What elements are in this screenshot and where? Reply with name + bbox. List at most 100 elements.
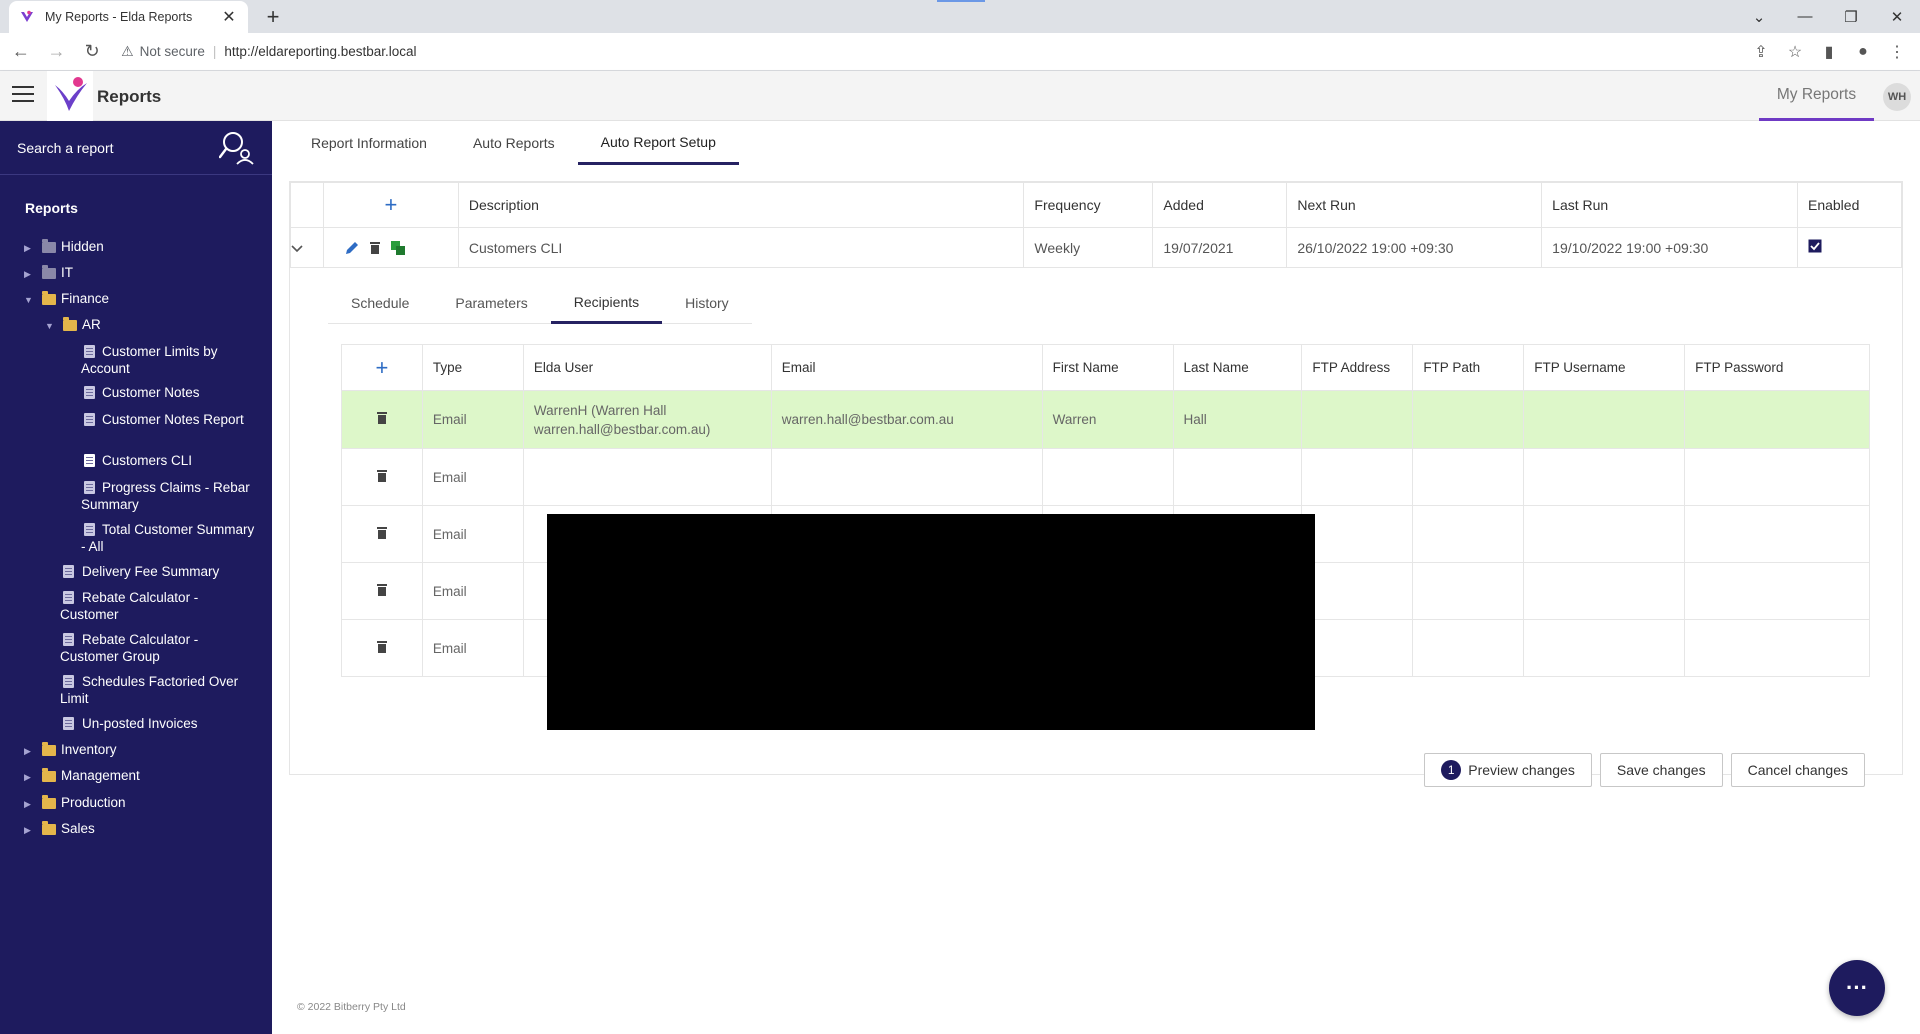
tree-folder-inventory[interactable]: ▶ Inventory (24, 740, 264, 760)
tree-report-total-customer-summary[interactable]: Total Customer Summary - All (81, 521, 261, 555)
tree-report-progress-claims[interactable]: Progress Claims - Rebar Summary (81, 479, 261, 513)
header-next-run[interactable]: Next Run (1286, 182, 1543, 228)
close-tab-icon[interactable]: ✕ (220, 7, 238, 27)
folder-icon (42, 742, 56, 756)
hamburger-menu-icon[interactable] (12, 86, 34, 104)
tree-folder-finance[interactable]: ▼ Finance (24, 289, 264, 309)
header-ftp-password[interactable]: FTP Password (1684, 344, 1870, 391)
avatar[interactable]: WH (1883, 83, 1911, 111)
tree-report-customer-notes[interactable]: Customer Notes (81, 384, 261, 401)
share-icon[interactable]: ⇪ (1744, 42, 1778, 62)
tab-recipients[interactable]: Recipients (550, 282, 663, 324)
header-last-run[interactable]: Last Run (1541, 182, 1798, 228)
minimize-icon[interactable]: — (1782, 0, 1828, 33)
url-field[interactable]: ⚠ Not secure | http://eldareporting.best… (121, 38, 1744, 66)
row-delete[interactable] (341, 448, 423, 506)
caret-right-icon: ▶ (24, 825, 31, 835)
table-row[interactable]: Customers CLI Weekly 19/07/2021 26/10/20… (290, 227, 1903, 268)
cell-next-run: 26/10/2022 19:00 +09:30 (1286, 227, 1543, 268)
header-description[interactable]: Description (457, 182, 1025, 228)
tree-report-schedules-factoried[interactable]: Schedules Factoried Over Limit (60, 673, 260, 707)
save-changes-button[interactable]: Save changes (1599, 753, 1723, 787)
tree-report-rebate-customer-group[interactable]: Rebate Calculator - Customer Group (60, 631, 260, 665)
header-elda-user[interactable]: Elda User (522, 344, 772, 391)
row-delete[interactable] (341, 505, 423, 563)
trash-icon[interactable] (376, 469, 388, 483)
my-reports-link[interactable]: My Reports (1759, 71, 1874, 121)
copy-icon[interactable] (390, 240, 406, 256)
reload-icon[interactable]: ↻ (77, 37, 107, 67)
cell-ftp-address (1301, 562, 1414, 620)
tree-report-delivery-fee[interactable]: Delivery Fee Summary (60, 563, 260, 580)
tab-auto-reports[interactable]: Auto Reports (450, 121, 578, 165)
row-delete[interactable] (341, 390, 423, 449)
tab-schedule[interactable]: Schedule (328, 282, 432, 324)
tree-report-customers-cli[interactable]: Customers CLI (81, 452, 261, 469)
row-delete[interactable] (341, 562, 423, 620)
cell-last-run: 19/10/2022 19:00 +09:30 (1541, 227, 1798, 268)
header-ftp-path[interactable]: FTP Path (1412, 344, 1525, 391)
tree-folder-sales[interactable]: ▶ Sales (24, 819, 264, 839)
chevron-down-icon[interactable] (291, 244, 303, 253)
browser-menu-icon[interactable]: ⋮ (1880, 42, 1914, 62)
tree-label: IT (61, 265, 73, 280)
header-ftp-username[interactable]: FTP Username (1523, 344, 1686, 391)
header-last-name[interactable]: Last Name (1172, 344, 1303, 391)
tree-report-customer-limits[interactable]: Customer Limits by Account (81, 343, 261, 377)
tree-label: Production (61, 795, 126, 810)
header-frequency[interactable]: Frequency (1023, 182, 1154, 228)
tab-parameters[interactable]: Parameters (432, 282, 550, 324)
expander-cell[interactable] (290, 227, 324, 268)
edit-pencil-icon[interactable] (344, 240, 360, 256)
tab-search-icon[interactable]: ⌄ (1736, 0, 1782, 33)
header-actions: + (322, 182, 459, 228)
cell-first-name: Warren (1041, 390, 1174, 449)
trash-icon[interactable] (376, 526, 388, 540)
more-actions-button[interactable]: ··· (1829, 960, 1885, 1016)
back-icon[interactable]: ← (6, 37, 36, 67)
header-type[interactable]: Type (421, 344, 524, 391)
cell-frequency: Weekly (1023, 227, 1154, 268)
tab-auto-report-setup[interactable]: Auto Report Setup (577, 121, 739, 165)
trash-icon[interactable] (368, 240, 382, 256)
browser-tab[interactable]: My Reports - Elda Reports ✕ (9, 1, 248, 33)
search-user-icon[interactable] (219, 130, 255, 166)
close-window-icon[interactable]: ✕ (1874, 0, 1920, 33)
tree-folder-hidden[interactable]: ▶ Hidden (24, 237, 264, 257)
side-panel-icon[interactable]: ▮ (1812, 42, 1846, 62)
tree-report-customer-notes-report[interactable]: Customer Notes Report (81, 411, 261, 428)
trash-icon[interactable] (376, 640, 388, 654)
tree-folder-management[interactable]: ▶ Management (24, 766, 264, 786)
cancel-changes-button[interactable]: Cancel changes (1730, 753, 1865, 787)
trash-icon[interactable] (376, 583, 388, 597)
add-auto-report-icon[interactable]: + (334, 192, 448, 218)
tree-folder-ar[interactable]: ▼ AR (45, 315, 265, 335)
trash-icon[interactable] (376, 411, 388, 425)
new-tab-icon[interactable]: + (260, 4, 286, 30)
report-icon (63, 717, 74, 730)
tree-report-unposted-invoices[interactable]: Un-posted Invoices (60, 715, 260, 732)
enabled-checkbox[interactable] (1808, 239, 1822, 253)
forward-icon[interactable]: → (42, 37, 72, 67)
redacted-region (547, 514, 1315, 730)
tree-label: Management (61, 768, 140, 783)
tree-folder-it[interactable]: ▶ IT (24, 263, 264, 283)
bookmark-star-icon[interactable]: ☆ (1778, 42, 1812, 62)
table-row[interactable]: Email (341, 448, 1870, 506)
header-first-name[interactable]: First Name (1041, 344, 1174, 391)
header-ftp-address[interactable]: FTP Address (1301, 344, 1414, 391)
tab-history[interactable]: History (662, 282, 752, 324)
restore-icon[interactable]: ❐ (1828, 0, 1874, 33)
profile-icon[interactable]: ● (1846, 43, 1880, 61)
add-recipient-icon[interactable]: + (352, 355, 412, 381)
tree-folder-production[interactable]: ▶ Production (24, 793, 264, 813)
preview-changes-button[interactable]: 1 Preview changes (1424, 753, 1592, 787)
tab-report-information[interactable]: Report Information (288, 121, 450, 165)
tree-report-rebate-customer[interactable]: Rebate Calculator - Customer (60, 589, 260, 623)
header-added[interactable]: Added (1152, 182, 1288, 228)
row-delete[interactable] (341, 619, 423, 677)
header-email[interactable]: Email (770, 344, 1043, 391)
report-search[interactable]: Search a report (0, 121, 272, 175)
table-row[interactable]: Email WarrenH (Warren Hall warren.hall@b… (341, 390, 1870, 449)
header-enabled[interactable]: Enabled (1796, 182, 1903, 228)
